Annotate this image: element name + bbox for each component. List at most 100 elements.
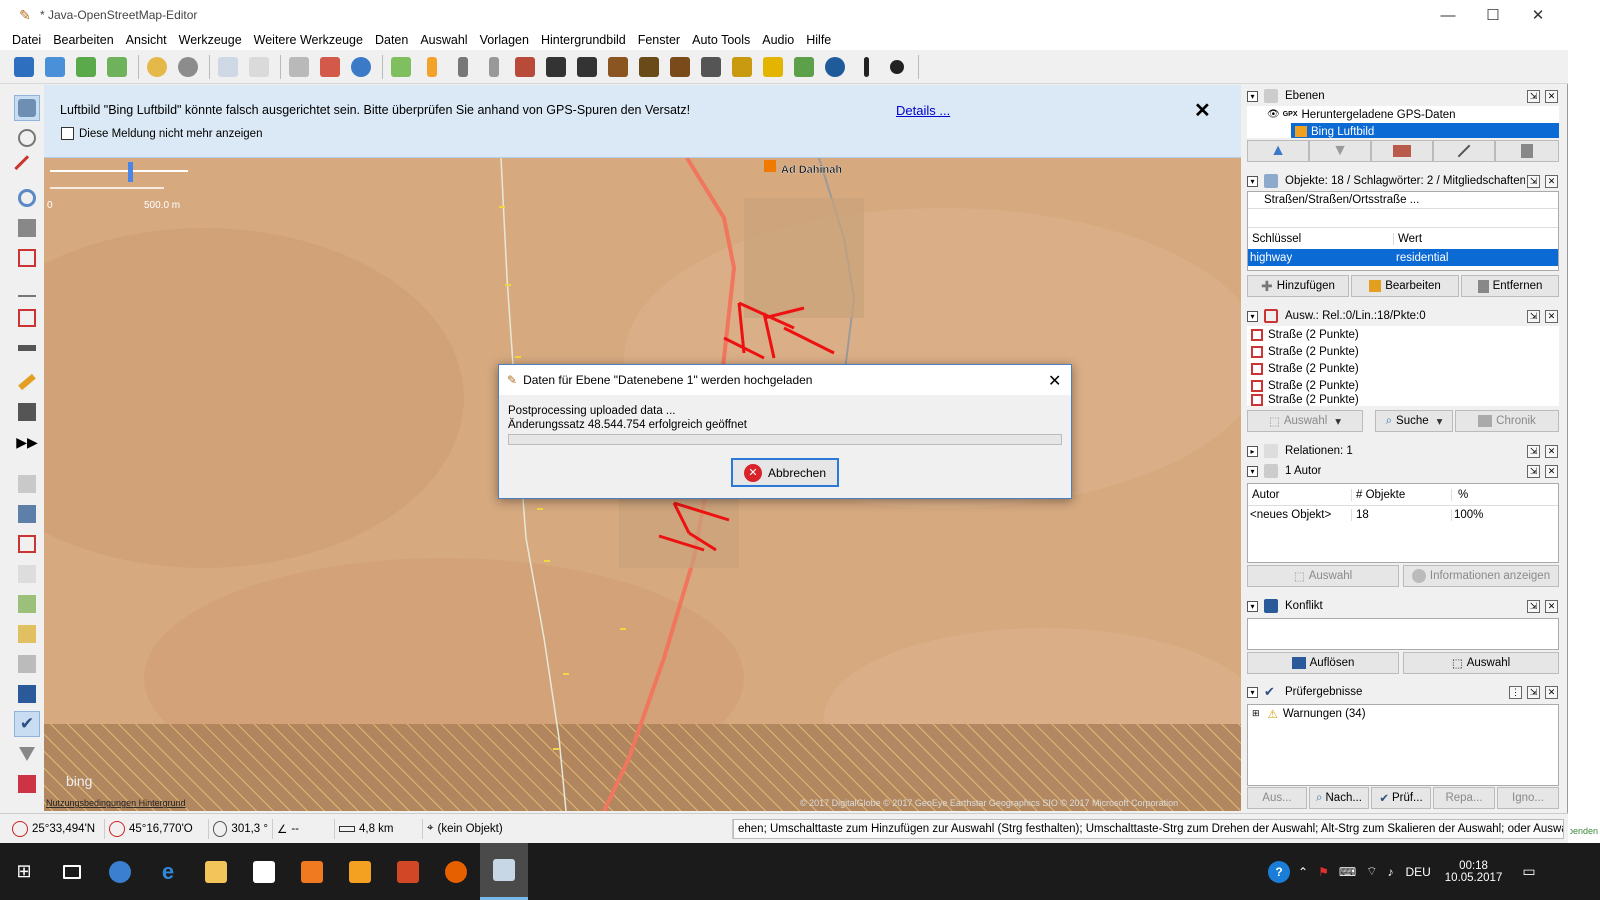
redo-button[interactable]	[174, 53, 202, 81]
close-panel-button[interactable]: ✕	[1545, 599, 1558, 613]
preset-religion-button[interactable]	[883, 53, 911, 81]
taskbar-app-office[interactable]	[336, 843, 384, 900]
list-item[interactable]: Straße (2 Punkte)	[1247, 394, 1559, 406]
task-view-button[interactable]	[48, 843, 96, 900]
menu-fenster[interactable]: Fenster	[632, 33, 686, 47]
menu-ansicht[interactable]: Ansicht	[120, 33, 173, 47]
upload-button[interactable]	[103, 53, 131, 81]
toggle-filter-button[interactable]	[14, 741, 40, 767]
tags-panel-header[interactable]: ▾ Objekte: 18 / Schlagwörter: 2 / Mitgli…	[1247, 172, 1563, 190]
collapse-toggle[interactable]: ▾	[1247, 90, 1258, 102]
list-item[interactable]: Straße (2 Punkte)	[1247, 326, 1559, 343]
draw-mode-button[interactable]	[14, 155, 40, 181]
dont-show-again-checkbox[interactable]: Diese Meldung nicht mehr anzeigen	[61, 127, 262, 140]
toggle-layers-button[interactable]	[14, 471, 40, 497]
menu-hintergrundbild[interactable]: Hintergrundbild	[535, 33, 632, 47]
layers-panel-header[interactable]: ▾ Ebenen ⇲ ✕	[1247, 87, 1563, 105]
menu-auswahl[interactable]: Auswahl	[414, 33, 473, 47]
toggle-history-button[interactable]	[14, 771, 40, 797]
toggle-relations-button[interactable]	[14, 561, 40, 587]
expand-icon[interactable]: ⊞	[1252, 708, 1260, 719]
preset-wall-button[interactable]	[511, 53, 539, 81]
close-panel-button[interactable]: ✕	[1545, 174, 1558, 188]
list-item[interactable]: Straße (2 Punkte)	[1247, 360, 1559, 377]
add-tag-button[interactable]: ✚ Hinzufügen	[1247, 275, 1349, 297]
download-button[interactable]	[72, 53, 100, 81]
parallel-mode-button[interactable]	[14, 275, 40, 301]
resolve-conflict-button[interactable]: Auflösen	[1247, 652, 1399, 674]
close-panel-button[interactable]: ✕	[1545, 309, 1558, 323]
layer-item[interactable]: 👁 GPX Heruntergeladene GPS-Daten	[1247, 106, 1559, 123]
close-panel-button[interactable]: ✕	[1545, 89, 1558, 103]
maximize-button[interactable]: ☐	[1470, 0, 1516, 30]
pin-panel-button[interactable]: ⇲	[1527, 309, 1540, 323]
toggle-selection-button[interactable]	[14, 531, 40, 557]
refresh-button[interactable]	[347, 53, 375, 81]
move-layer-up-button[interactable]: ▲	[1247, 140, 1309, 162]
preset-link[interactable]: Straßen/Straßen/Ortsstraße ...	[1248, 192, 1558, 209]
start-button[interactable]: ⊞	[0, 843, 48, 900]
edit-tag-button[interactable]: Bearbeiten	[1351, 275, 1459, 297]
menu-datei[interactable]: Datei	[6, 33, 47, 47]
delete-layer-button[interactable]	[1495, 140, 1559, 162]
select-mode-button[interactable]	[14, 95, 40, 121]
table-row[interactable]: <neues Objekt> 18 100%	[1248, 506, 1558, 523]
pin-panel-button[interactable]: ⇲	[1527, 444, 1540, 458]
taskbar-app-media[interactable]	[288, 843, 336, 900]
preset-hazard-button[interactable]	[604, 53, 632, 81]
merge-layer-button[interactable]	[1371, 140, 1433, 162]
close-panel-button[interactable]: ✕	[1545, 444, 1558, 458]
delete-mode-button[interactable]	[14, 215, 40, 241]
show-info-button[interactable]: Informationen anzeigen	[1403, 565, 1559, 587]
language-indicator[interactable]: DEU	[1405, 865, 1430, 879]
pencil-button[interactable]	[14, 369, 40, 395]
pin-panel-button[interactable]: ⇲	[1527, 464, 1540, 478]
menu-hilfe[interactable]: Hilfe	[800, 33, 837, 47]
selection-panel-header[interactable]: ▾ Ausw.: Rel.:0/Lin.:18/Pkte:0 ⇲ ✕	[1247, 307, 1563, 325]
tray-expand-icon[interactable]: ⌃	[1298, 865, 1308, 879]
close-window-button[interactable]: ✕	[1515, 0, 1561, 30]
preset-path-button[interactable]	[480, 53, 508, 81]
checkbox-box[interactable]	[61, 127, 74, 140]
move-layer-down-button[interactable]: ▼	[1309, 140, 1371, 162]
tool-key-button[interactable]	[14, 335, 40, 361]
list-item[interactable]: Straße (2 Punkte)	[1247, 343, 1559, 360]
menu-daten[interactable]: Daten	[369, 33, 414, 47]
minimize-button[interactable]: —	[1425, 0, 1471, 30]
remove-tag-button[interactable]: Entfernen	[1461, 275, 1559, 297]
pin-panel-button[interactable]: ⇲	[1527, 685, 1540, 699]
taskbar-app-josm[interactable]	[480, 843, 528, 900]
volume-tray-icon[interactable]: ♪	[1387, 865, 1393, 879]
tag-row[interactable]: highway residential	[1248, 249, 1558, 266]
open-file-button[interactable]	[10, 53, 38, 81]
preset-poi-button[interactable]	[852, 53, 880, 81]
taskbar-app-edge[interactable]: e	[144, 843, 192, 900]
validate-button[interactable]: ✔ Prüf...	[1371, 787, 1431, 809]
cancel-upload-button[interactable]: ✕ Abbrechen	[731, 458, 839, 487]
expand-toggle[interactable]: ▸	[1247, 445, 1258, 457]
preset-power-button[interactable]	[728, 53, 756, 81]
lookup-button[interactable]: ⌕ Nach...	[1309, 787, 1369, 809]
menu-auto-tools[interactable]: Auto Tools	[686, 33, 756, 47]
validator-panel-header[interactable]: ▾ ✔ Prüfergebnisse ⋮ ⇲ ✕	[1247, 683, 1563, 701]
undo-button[interactable]	[143, 53, 171, 81]
preset-industrial-button[interactable]	[697, 53, 725, 81]
combine-way-button[interactable]	[316, 53, 344, 81]
preset-bridge-button[interactable]	[759, 53, 787, 81]
toggle-validator-button[interactable]: ✔	[14, 711, 40, 737]
selection-select-button[interactable]: ⬚ Auswahl ▾	[1247, 410, 1363, 432]
toggle-tags-button[interactable]	[14, 501, 40, 527]
preset-bus-button[interactable]	[573, 53, 601, 81]
security-tray-icon[interactable]: ⚑	[1318, 865, 1329, 879]
clock[interactable]: 00:18 10.05.2017	[1445, 860, 1503, 884]
dropdown-arrow-icon[interactable]: ▾	[1335, 414, 1341, 428]
fix-button[interactable]: Repa...	[1433, 787, 1495, 809]
open-location-button[interactable]	[41, 53, 69, 81]
relations-panel-header[interactable]: ▸ Relationen: 1 ⇲ ✕	[1247, 442, 1563, 460]
split-way-button[interactable]	[285, 53, 313, 81]
tree-item-warnings[interactable]: ⊞ ⚠ Warnungen (34)	[1248, 705, 1558, 722]
action-center-icon[interactable]: ▭	[1522, 863, 1535, 880]
toggle-authors-button[interactable]	[14, 651, 40, 677]
collapse-toggle[interactable]: ▾	[1247, 310, 1258, 322]
pin-panel-button[interactable]: ⇲	[1527, 174, 1540, 188]
